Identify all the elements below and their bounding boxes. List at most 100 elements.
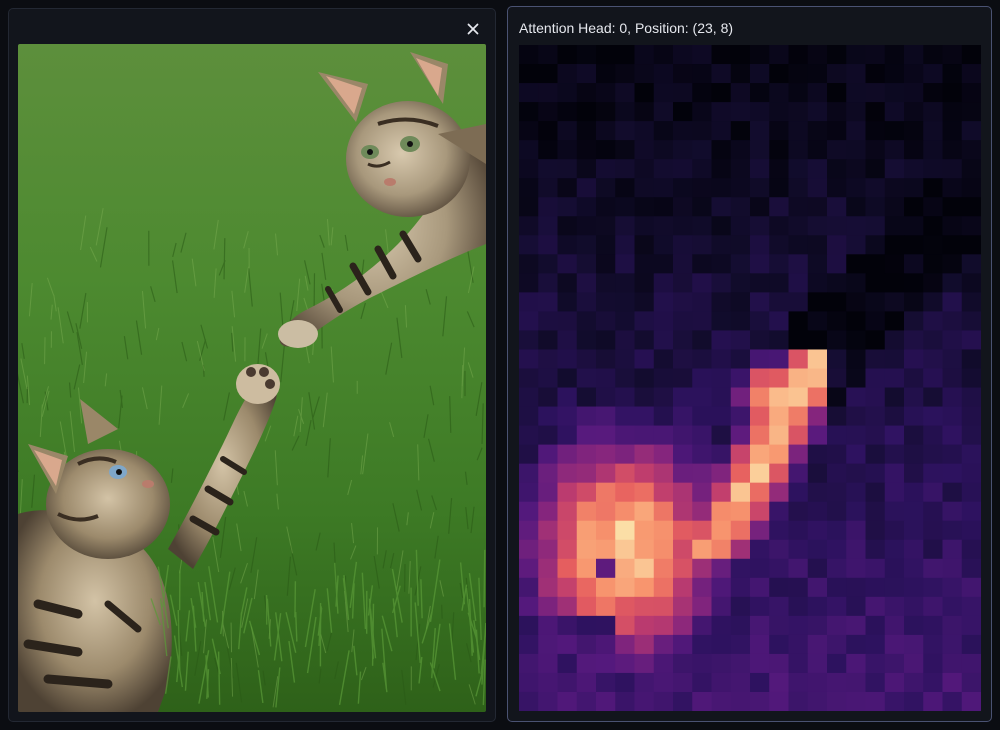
heatmap-cell: [942, 140, 963, 160]
heatmap-cell: [711, 311, 732, 332]
heatmap-cell: [923, 45, 944, 65]
heatmap-cell: [557, 520, 578, 541]
heatmap-cell: [673, 216, 693, 236]
heatmap-cell: [769, 463, 790, 484]
heatmap-cell: [923, 577, 944, 598]
heatmap-cell: [961, 615, 981, 636]
heatmap-cell: [788, 311, 809, 332]
heatmap-cell: [769, 634, 790, 655]
close-button[interactable]: [463, 19, 483, 39]
heatmap-cell: [961, 691, 981, 711]
heatmap-cell: [576, 672, 597, 693]
heatmap-cell: [538, 653, 559, 674]
heatmap-cell: [538, 520, 559, 541]
heatmap-cell: [692, 672, 713, 693]
heatmap-cell: [653, 368, 674, 389]
heatmap-cell: [884, 463, 905, 484]
heatmap-cell: [634, 577, 655, 598]
heatmap-cell: [557, 406, 578, 427]
heatmap-cell: [634, 520, 655, 541]
heatmap-cell: [750, 311, 770, 332]
heatmap-cell: [711, 330, 732, 351]
heatmap-cell: [807, 197, 828, 217]
heatmap-cell: [827, 596, 847, 617]
heatmap-cell: [711, 349, 732, 370]
heatmap-cell: [750, 349, 770, 370]
heatmap-cell: [519, 539, 539, 560]
heatmap-cell: [750, 691, 770, 711]
heatmap-cell: [807, 425, 828, 446]
heatmap-cell: [711, 387, 732, 408]
heatmap-cell: [596, 596, 616, 617]
heatmap-cell: [596, 83, 616, 103]
heatmap-cell: [615, 197, 636, 217]
heatmap-cell: [904, 254, 924, 274]
heatmap-cell: [692, 140, 713, 160]
heatmap-cell: [730, 121, 751, 141]
heatmap-cell: [557, 197, 578, 217]
heatmap-cell: [538, 672, 559, 693]
heatmap-cell: [557, 349, 578, 370]
heatmap-cell: [576, 558, 597, 579]
heatmap-cell: [884, 539, 905, 560]
heatmap-cell: [807, 178, 828, 198]
heatmap-cell: [557, 159, 578, 179]
heatmap-cell: [615, 558, 636, 579]
heatmap-cell: [615, 368, 636, 389]
heatmap-cell: [615, 577, 636, 598]
heatmap-cell: [692, 558, 713, 579]
heatmap-cell: [846, 653, 867, 674]
heatmap-cell: [692, 45, 713, 65]
heatmap-cell: [711, 83, 732, 103]
heatmap-cell: [711, 615, 732, 636]
heatmap-cell: [904, 292, 924, 312]
heatmap-cell: [827, 425, 847, 446]
heatmap-cell: [557, 596, 578, 617]
heatmap-cell: [788, 159, 809, 179]
heatmap-cell: [538, 83, 559, 103]
heatmap-cell: [788, 520, 809, 541]
heatmap-cell: [730, 178, 751, 198]
heatmap-cell: [519, 368, 539, 389]
heatmap-cell: [769, 102, 790, 122]
heatmap-cell: [538, 273, 559, 293]
heatmap-cell: [576, 197, 597, 217]
heatmap-cell: [692, 64, 713, 84]
heatmap-cell: [942, 463, 963, 484]
heatmap-cell: [769, 178, 790, 198]
heatmap-cell: [807, 653, 828, 674]
heatmap-cell: [788, 102, 809, 122]
heatmap-cell: [904, 45, 924, 65]
heatmap-cell: [846, 368, 867, 389]
heatmap-cell: [615, 634, 636, 655]
heatmap-cell: [634, 615, 655, 636]
heatmap-cell: [596, 539, 616, 560]
heatmap-cell: [634, 482, 655, 503]
heatmap-cell: [576, 691, 597, 711]
heatmap-cell: [865, 159, 886, 179]
heatmap-cell: [846, 425, 867, 446]
heatmap-cell: [634, 672, 655, 693]
heatmap-cell: [827, 691, 847, 711]
heatmap-cell: [961, 159, 981, 179]
heatmap-cell: [653, 349, 674, 370]
heatmap-cell: [884, 653, 905, 674]
heatmap-cell: [557, 178, 578, 198]
heatmap-cell: [923, 501, 944, 522]
heatmap-cell: [653, 311, 674, 332]
heatmap-cell: [923, 672, 944, 693]
heatmap-cell: [788, 387, 809, 408]
heatmap-cell: [673, 102, 693, 122]
heatmap-cell: [942, 102, 963, 122]
heatmap-cell: [788, 653, 809, 674]
heatmap-cell: [576, 121, 597, 141]
heatmap-cell: [807, 140, 828, 160]
attention-heatmap[interactable]: [519, 45, 981, 711]
heatmap-cell: [519, 520, 539, 541]
heatmap-cell: [769, 330, 790, 351]
heatmap-cell: [865, 349, 886, 370]
heatmap-cell: [846, 501, 867, 522]
heatmap-cell: [904, 64, 924, 84]
heatmap-cell: [942, 672, 963, 693]
heatmap-cell: [788, 368, 809, 389]
